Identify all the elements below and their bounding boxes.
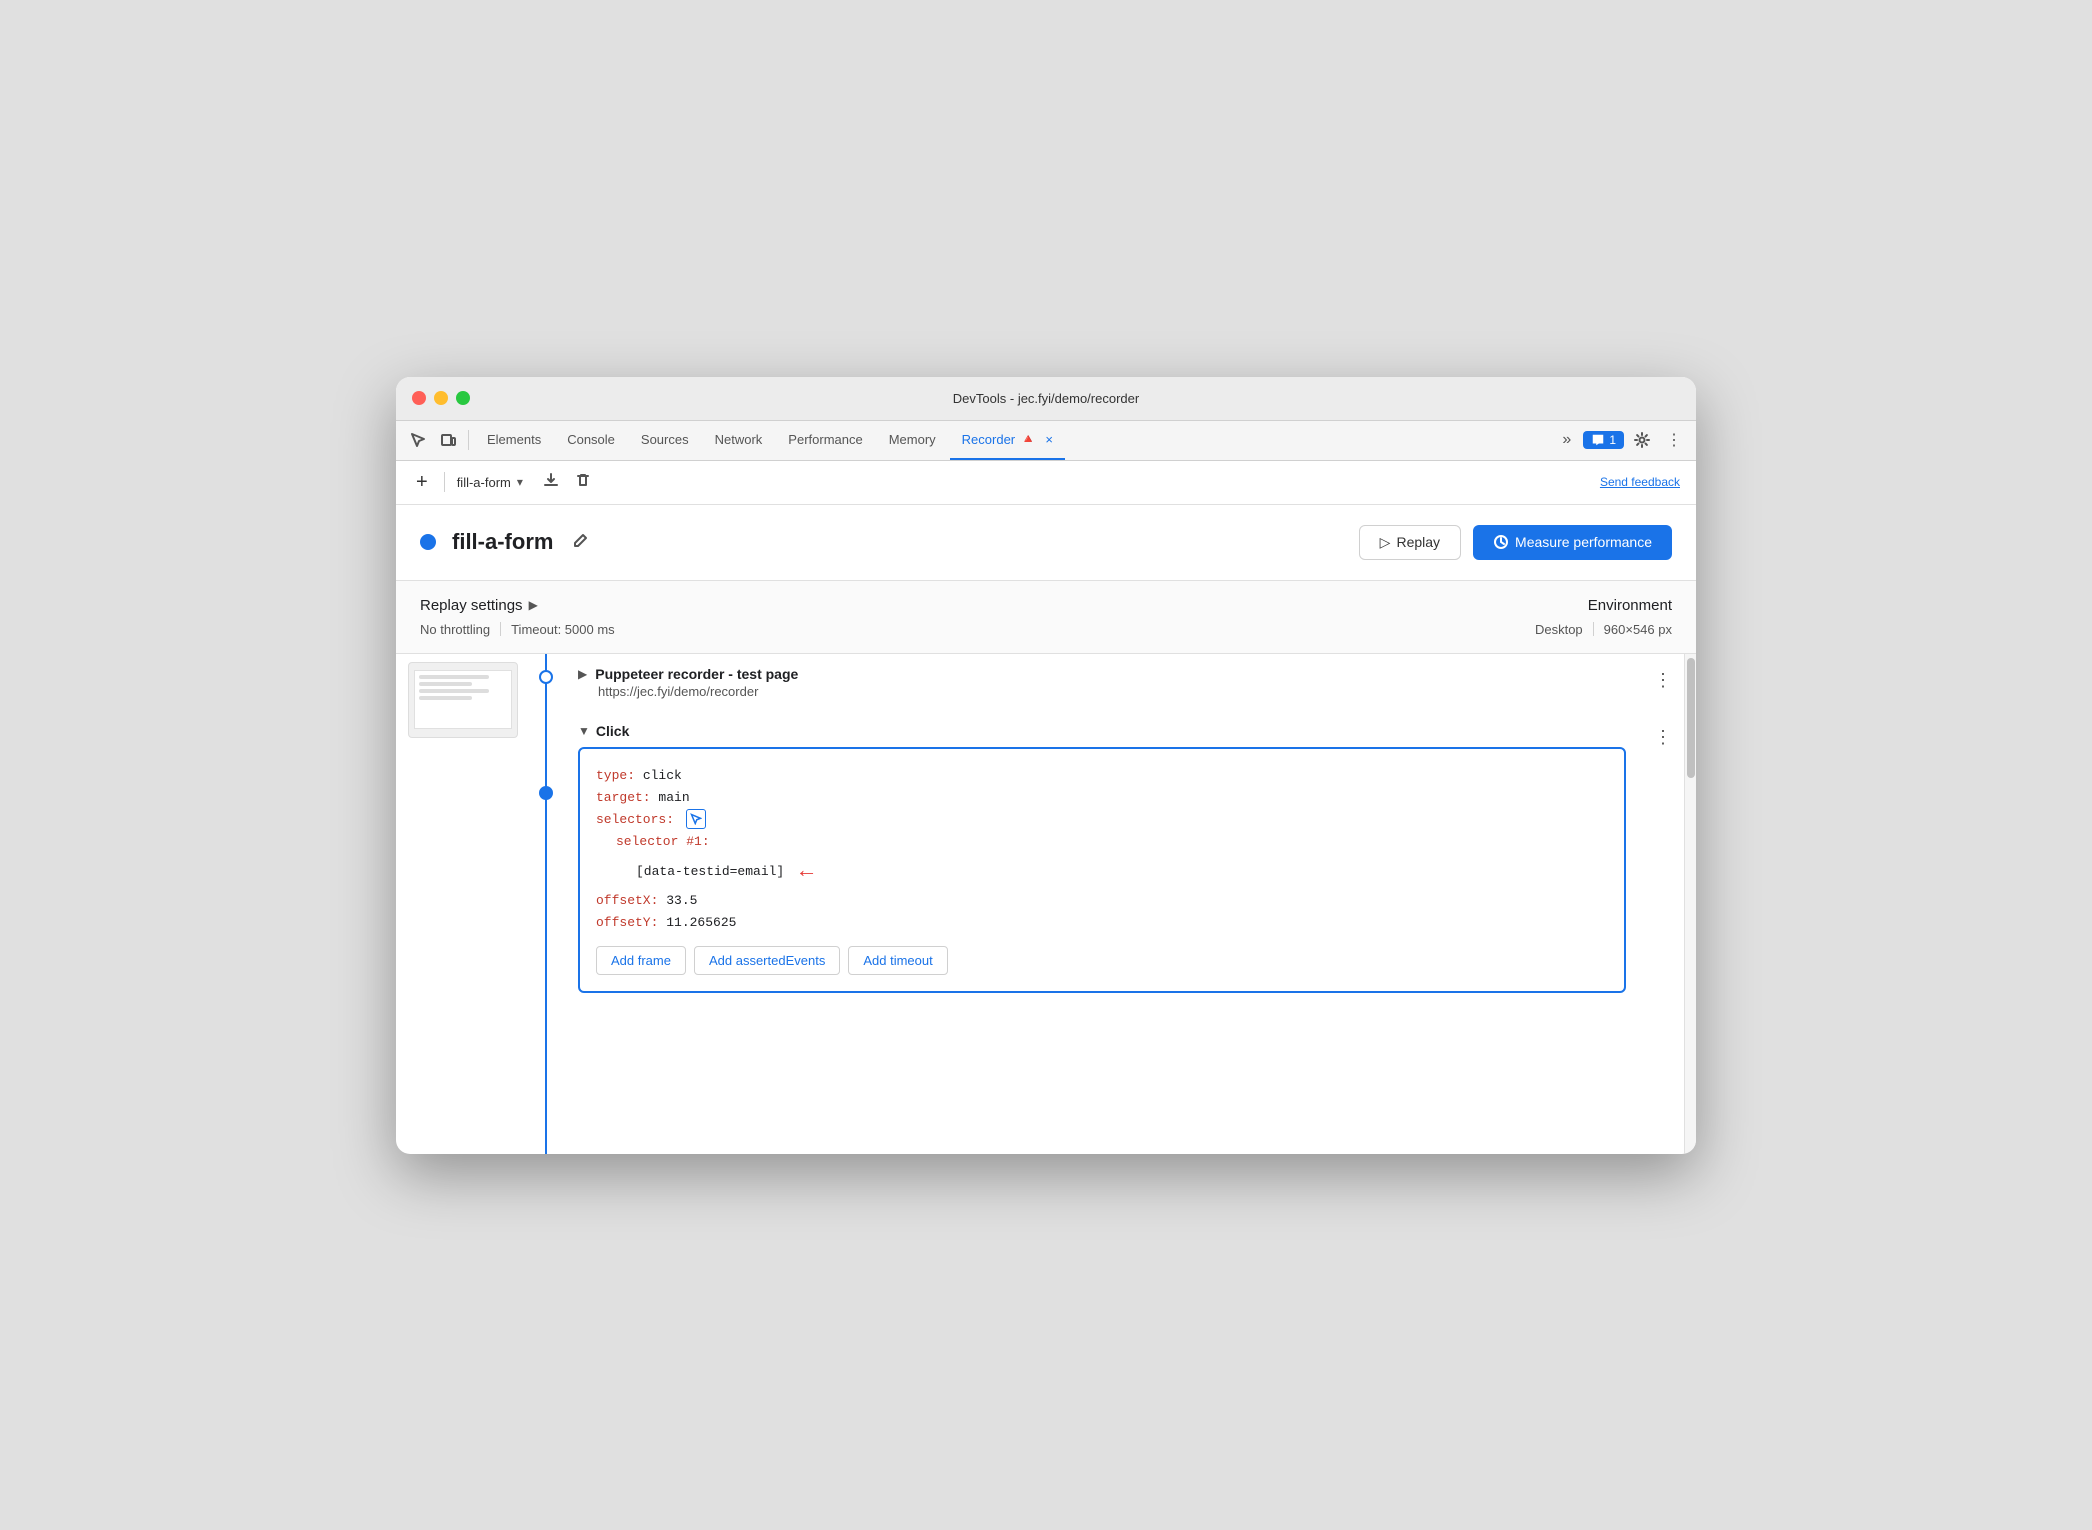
step-thumbnail [408, 662, 518, 738]
titlebar: DevTools - jec.fyi/demo/recorder [396, 377, 1696, 421]
chat-button[interactable]: 1 [1583, 431, 1624, 449]
env-separator [1593, 622, 1594, 636]
devtools-settings: 1 ⋮ [1583, 426, 1688, 454]
inspect-element-icon[interactable] [404, 428, 432, 452]
recording-action-icons [539, 468, 595, 497]
thumbnail-col [396, 654, 526, 1154]
click-step-content: ▼ Click type: click target: main [566, 723, 1642, 994]
traffic-lights [412, 391, 470, 405]
add-frame-button[interactable]: Add frame [596, 946, 686, 975]
recording-actions: ▷ Replay Measure performance [1359, 525, 1672, 560]
timeline-wrapper: ▶ Puppeteer recorder - test page https:/… [526, 654, 1684, 1154]
click-step-header[interactable]: ▼ Click [578, 723, 1626, 739]
replay-button[interactable]: ▷ Replay [1359, 525, 1461, 560]
replay-settings-meta: No throttling Timeout: 5000 ms [420, 622, 615, 637]
replay-settings-title[interactable]: Replay settings ▶ [420, 597, 615, 614]
delete-recording-button[interactable] [571, 468, 595, 497]
settings-icon[interactable] [1628, 428, 1656, 452]
code-target-line: target: main [596, 787, 1608, 809]
selector-picker-icon[interactable] [686, 809, 706, 829]
recording-status-dot [420, 534, 436, 550]
code-offsetX-line: offsetX: 33.5 [596, 890, 1608, 912]
puppeteer-step: ▶ Puppeteer recorder - test page https:/… [566, 654, 1684, 711]
code-type-line: type: click [596, 765, 1608, 787]
meta-separator [500, 622, 501, 636]
timeline-node-click [539, 786, 553, 800]
tab-elements[interactable]: Elements [475, 420, 553, 460]
click-step-code: type: click target: main selectors: [578, 747, 1626, 994]
recording-selector[interactable]: fill-a-form ▾ [457, 475, 523, 490]
environment-meta: Desktop 960×546 px [1535, 622, 1672, 637]
tab-memory[interactable]: Memory [877, 420, 948, 460]
puppeteer-step-header[interactable]: ▶ Puppeteer recorder - test page [578, 666, 1626, 682]
more-options-icon[interactable]: ⋮ [1660, 426, 1688, 454]
device-toggle-icon[interactable] [434, 428, 462, 452]
minimize-button[interactable] [434, 391, 448, 405]
puppeteer-step-content: ▶ Puppeteer recorder - test page https:/… [566, 666, 1642, 699]
puppeteer-step-more-button[interactable]: ⋮ [1642, 666, 1684, 695]
toolbar-separator [444, 472, 445, 492]
tab-console[interactable]: Console [555, 420, 627, 460]
add-recording-button[interactable]: + [412, 467, 432, 498]
scrollbar-thumb[interactable] [1687, 658, 1695, 778]
steps-outer: ▶ Puppeteer recorder - test page https:/… [396, 654, 1696, 1154]
send-feedback-button[interactable]: Send feedback [1600, 475, 1680, 489]
tab-separator [468, 430, 469, 450]
vertical-scrollbar[interactable] [1684, 654, 1696, 1154]
tab-recorder[interactable]: Recorder 🔺 × [950, 420, 1065, 460]
tab-sources[interactable]: Sources [629, 420, 701, 460]
download-recording-button[interactable] [539, 468, 563, 497]
code-action-buttons: Add frame Add assertedEvents Add timeout [596, 946, 1608, 975]
more-tabs-icon[interactable]: » [1556, 427, 1577, 453]
code-selector1-line: selector #1: [596, 831, 1608, 853]
replay-settings-right: Environment Desktop 960×546 px [1535, 597, 1672, 637]
tab-performance[interactable]: Performance [776, 420, 874, 460]
replay-settings-left: Replay settings ▶ No throttling Timeout:… [420, 597, 615, 637]
steps-list: ▶ Puppeteer recorder - test page https:/… [566, 654, 1684, 1154]
click-step: ▼ Click type: click target: main [566, 711, 1684, 1006]
code-offsetY-line: offsetY: 11.265625 [596, 912, 1608, 934]
timeline-node-puppeteer [539, 670, 553, 684]
close-button[interactable] [412, 391, 426, 405]
add-asserted-events-button[interactable]: Add assertedEvents [694, 946, 840, 975]
maximize-button[interactable] [456, 391, 470, 405]
edit-recording-title-button[interactable] [569, 528, 593, 557]
red-arrow-indicator: ← [800, 853, 813, 890]
replay-settings-bar: Replay settings ▶ No throttling Timeout:… [396, 581, 1696, 654]
add-timeout-button[interactable]: Add timeout [848, 946, 947, 975]
timeline-line [526, 654, 566, 1154]
devtools-tabbar: Elements Console Sources Network Perform… [396, 421, 1696, 461]
recording-header: fill-a-form ▷ Replay Measure performance [396, 505, 1696, 581]
code-selectors-line: selectors: [596, 809, 1608, 831]
recorder-toolbar: + fill-a-form ▾ Send feedback [396, 461, 1696, 505]
tab-network[interactable]: Network [703, 420, 775, 460]
window-title: DevTools - jec.fyi/demo/recorder [953, 391, 1139, 406]
click-step-more-button[interactable]: ⋮ [1642, 723, 1684, 752]
devtools-window: DevTools - jec.fyi/demo/recorder Element… [396, 377, 1696, 1154]
code-selector1-val-line: [data-testid=email] ← [596, 853, 1608, 890]
recording-title: fill-a-form [452, 529, 553, 555]
measure-performance-button[interactable]: Measure performance [1473, 525, 1672, 560]
